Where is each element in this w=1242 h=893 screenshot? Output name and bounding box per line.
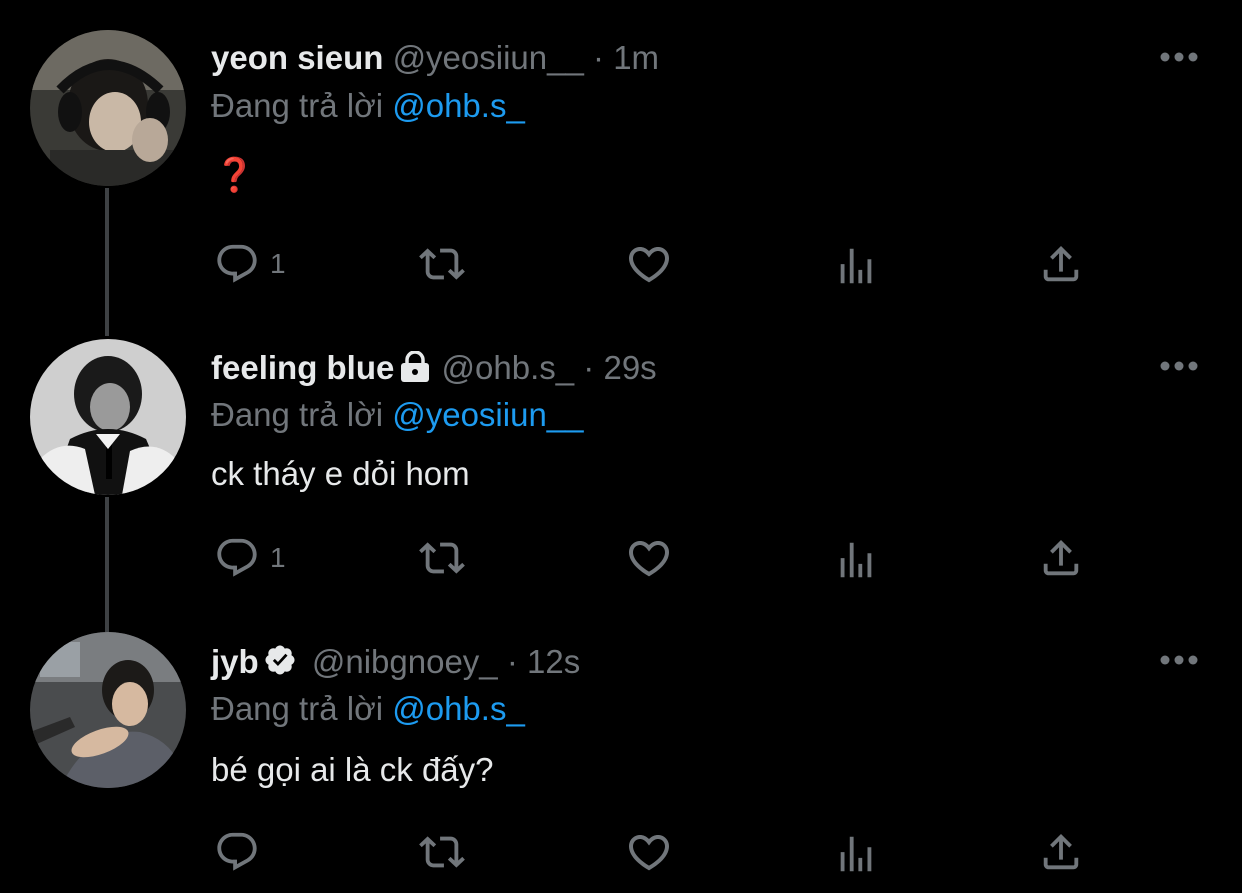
more-icon[interactable] [1158,356,1200,376]
tweet-header: yeon sieun @yeosiiun__ · 1m [211,38,659,78]
replying-to-label: Đang trả lời [211,690,384,727]
like-button[interactable] [625,827,673,877]
like-button[interactable] [625,239,673,289]
user-handle[interactable]: @ohb.s_ [442,349,575,386]
timestamp[interactable]: 29s [603,349,656,386]
share-button[interactable] [1038,239,1084,289]
views-button[interactable] [833,535,879,585]
tweet-header: jyb @nibgnoey_ · 12s [211,642,580,682]
views-button[interactable] [833,829,879,879]
separator-dot: · [506,643,518,680]
replying-to: Đang trả lời @ohb.s_ [211,689,525,729]
tweet-text: bé gọi ai là ck đấy? [211,751,494,788]
mention-link[interactable]: @ohb.s_ [392,87,525,124]
views-icon [840,836,872,872]
views-button[interactable] [833,241,879,291]
more-icon[interactable] [1158,47,1200,67]
lock-icon [401,351,430,382]
avatar-photo [30,339,186,495]
replying-to: Đang trả lời @yeosiiun__ [211,395,584,435]
reply-count: 1 [270,248,286,279]
timestamp[interactable]: 1m [613,39,659,76]
heart-icon [628,835,670,871]
separator-dot: · [583,349,595,386]
share-icon [1043,539,1079,576]
replying-to-label: Đang trả lời [211,396,384,433]
display-name[interactable]: jyb [211,643,259,680]
heart-icon [628,541,670,577]
share-button[interactable] [1038,827,1084,877]
separator-dot: · [593,39,605,76]
replying-to-label: Đang trả lời [211,87,384,124]
display-name[interactable]: yeon sieun [211,39,383,76]
reply-button[interactable] [214,827,270,877]
reply-button[interactable]: 1 [214,533,286,583]
user-handle[interactable]: @yeosiiun__ [393,39,584,76]
reply-count: 1 [270,542,286,573]
share-button[interactable] [1038,533,1084,583]
mention-link[interactable]: @yeosiiun__ [392,396,583,433]
reply-icon [217,538,257,577]
retweet-icon [419,248,465,280]
replying-to: Đang trả lời @ohb.s_ [211,86,525,126]
avatar-photo [30,30,186,186]
like-button[interactable] [625,533,673,583]
tweet[interactable]: yeon sieun @yeosiiun__ · 1m Đang trả lời… [0,0,1242,330]
views-icon [840,248,872,284]
share-icon [1043,245,1079,282]
tweet-text: ❓ [214,156,256,193]
heart-icon [628,247,670,283]
verified-icon [265,645,295,675]
retweet-button[interactable] [414,239,470,289]
avatar[interactable] [30,339,186,495]
user-handle[interactable]: @nibgnoey_ [312,643,498,680]
reply-button[interactable]: 1 [214,239,286,289]
timestamp[interactable]: 12s [527,643,580,680]
reply-icon [217,244,257,283]
retweet-button[interactable] [414,533,470,583]
avatar-photo [30,632,186,788]
reply-icon [217,832,257,871]
more-icon[interactable] [1158,650,1200,670]
share-icon [1043,833,1079,870]
retweet-button[interactable] [414,827,470,877]
avatar[interactable] [30,632,186,788]
avatar[interactable] [30,30,186,186]
retweet-icon [419,542,465,574]
mention-link[interactable]: @ohb.s_ [392,690,525,727]
retweet-icon [419,836,465,868]
display-name[interactable]: feeling blue [211,349,394,386]
tweet[interactable]: feeling blue @ohb.s_ · 29s Đang trả lời … [0,330,1242,630]
tweet-header: feeling blue @ohb.s_ · 29s [211,348,657,388]
tweet-text: ck tháy e dỏi hom [211,455,470,492]
views-icon [840,542,872,578]
tweet[interactable]: jyb @nibgnoey_ · 12s Đang trả lời @ohb.s… [0,630,1242,893]
